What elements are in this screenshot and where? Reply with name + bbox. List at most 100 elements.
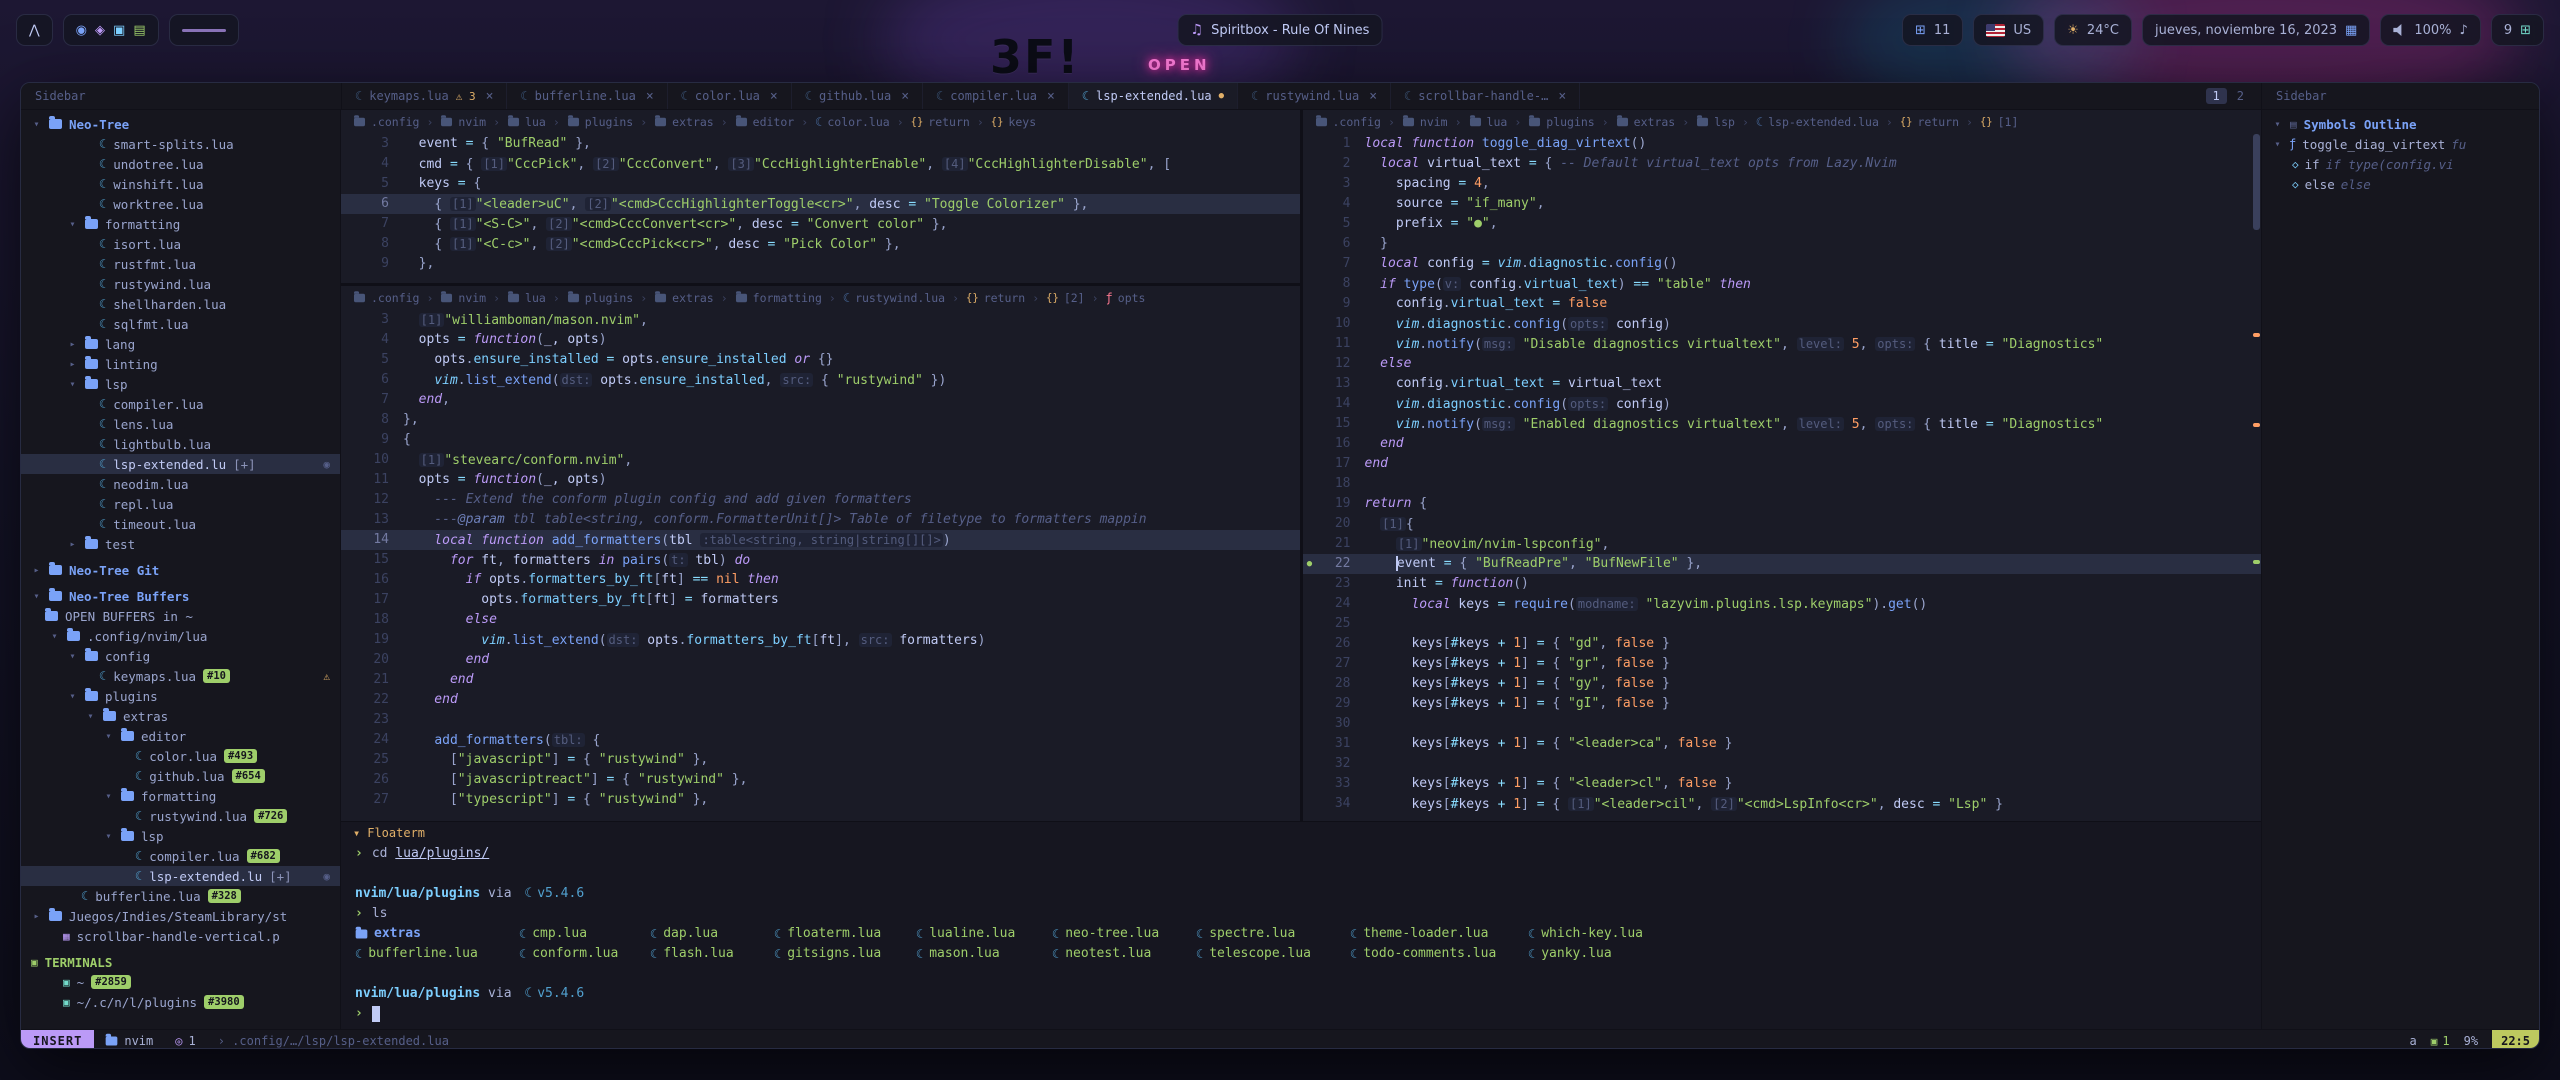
code-line-26[interactable]: 26 ["javascriptreact"] = { "rustywind" }…: [341, 770, 1300, 790]
workspace-icon-3[interactable]: ▣: [113, 23, 125, 38]
code-line-4[interactable]: 4 cmd = { [1]"CccPick", [2]"CccConvert",…: [341, 154, 1300, 174]
code-line-17[interactable]: 17end: [1303, 454, 2262, 474]
tree-item-bufferline.lua[interactable]: ☾bufferline.lua#328: [21, 886, 340, 906]
scrollbar[interactable]: [2253, 134, 2260, 821]
outline-item-toggle_diag_virtext[interactable]: ▾ƒtoggle_diag_virtextfu: [2262, 134, 2539, 154]
tab-keymaps.lua[interactable]: ☾keymaps.lua⚠ 3×: [342, 83, 507, 109]
tree-item-shellharden.lua[interactable]: ☾shellharden.lua: [21, 294, 340, 314]
code-area[interactable]: 3 [1]"williamboman/mason.nvim", 4 opts =…: [341, 310, 1300, 821]
breadcrumb-item[interactable]: {}return: [1900, 115, 1959, 129]
tab-scrollbar-handle-…[interactable]: ☾scrollbar-handle-…×: [1391, 83, 1580, 109]
code-line-1[interactable]: 1local function toggle_diag_virtext(): [1303, 134, 2262, 154]
code-line-12[interactable]: 12 --- Extend the conform plugin config …: [341, 490, 1300, 510]
tree-item-timeout.lua[interactable]: ☾timeout.lua: [21, 514, 340, 534]
close-tab-icon[interactable]: ×: [646, 89, 654, 104]
tab-color.lua[interactable]: ☾color.lua×: [668, 83, 792, 109]
workspace-icon-1[interactable]: ◉: [76, 23, 87, 38]
close-tab-icon[interactable]: ×: [770, 89, 778, 104]
code-line-24[interactable]: 24 add_formatters(tbl: {: [341, 730, 1300, 750]
pill-volume[interactable]: 100%♪: [2380, 14, 2480, 46]
code-line-13[interactable]: 13 ---@param tbl table<string, conform.F…: [341, 510, 1300, 530]
tree-item-lsp-extended.lu[interactable]: ☾lsp-extended.lu[+]◉: [21, 866, 340, 886]
code-line-8[interactable]: 8 if type(v: config.virtual_text) == "ta…: [1303, 274, 2262, 294]
tree-item-undotree.lua[interactable]: ☾undotree.lua: [21, 154, 340, 174]
breadcrumb-item[interactable]: ƒopts: [1106, 291, 1146, 305]
breadcrumb-item[interactable]: nvim: [440, 115, 486, 129]
breadcrumb-item[interactable]: plugins: [1528, 115, 1594, 129]
code-line-5[interactable]: 5 prefix = "●",: [1303, 214, 2262, 234]
tree-item-plugins[interactable]: ▾plugins: [21, 686, 340, 706]
code-line-11[interactable]: 11 vim.notify(msg: "Disable diagnostics …: [1303, 334, 2262, 354]
taskbar-item[interactable]: [169, 14, 239, 46]
code-line-17[interactable]: 17 opts.formatters_by_ft[ft] = formatter…: [341, 590, 1300, 610]
breadcrumb-item[interactable]: lsp: [1696, 115, 1735, 129]
tree-item-github.lua[interactable]: ☾github.lua#654: [21, 766, 340, 786]
breadcrumb-item[interactable]: plugins: [567, 115, 633, 129]
code-line-6[interactable]: 6 vim.list_extend(dst: opts.ensure_insta…: [341, 370, 1300, 390]
tree-item-winshift.lua[interactable]: ☾winshift.lua: [21, 174, 340, 194]
tree-item-scrollbar-handle-vertical.p[interactable]: ▦scrollbar-handle-vertical.p: [21, 926, 340, 946]
tree-item-worktree.lua[interactable]: ☾worktree.lua: [21, 194, 340, 214]
code-line-12[interactable]: 12 else: [1303, 354, 2262, 374]
code-line-22[interactable]: ●22 event = { "BufReadPre", "BufNewFile"…: [1303, 554, 2262, 574]
tree-item-isort.lua[interactable]: ☾isort.lua: [21, 234, 340, 254]
code-line-8[interactable]: 8},: [341, 410, 1300, 430]
workspace-icon-4[interactable]: ▤: [133, 23, 145, 38]
code-line-24[interactable]: 24 local keys = require(modname: "lazyvi…: [1303, 594, 2262, 614]
section-header-Neo-Tree Buffers[interactable]: ▾Neo-Tree Buffers: [21, 586, 340, 606]
launcher-button[interactable]: ⋀: [16, 14, 53, 46]
breadcrumb-item[interactable]: extras: [654, 291, 714, 305]
breadcrumb-item[interactable]: extras: [1616, 115, 1676, 129]
code-line-21[interactable]: 21 [1]"neovim/nvim-lspconfig",: [1303, 534, 2262, 554]
code-line-6[interactable]: 6 }: [1303, 234, 2262, 254]
code-line-11[interactable]: 11 opts = function(_, opts): [341, 470, 1300, 490]
breadcrumb-item[interactable]: editor: [735, 115, 795, 129]
code-line-21[interactable]: 21 end: [341, 670, 1300, 690]
tree-item-neodim.lua[interactable]: ☾neodim.lua: [21, 474, 340, 494]
breadcrumb-item[interactable]: ☾lsp-extended.lua: [1756, 115, 1879, 129]
code-line-19[interactable]: 19 vim.list_extend(dst: opts.formatters_…: [341, 630, 1300, 650]
tab-bufferline.lua[interactable]: ☾bufferline.lua×: [507, 83, 667, 109]
now-playing-widget[interactable]: ♫ Spiritbox - Rule Of Nines: [1178, 14, 1383, 46]
breadcrumb-item[interactable]: {}return: [966, 291, 1025, 305]
breadcrumb-item[interactable]: ☾color.lua: [815, 115, 890, 129]
breadcrumb-item[interactable]: nvim: [440, 291, 486, 305]
breadcrumb-item[interactable]: nvim: [1402, 115, 1448, 129]
breadcrumb-item[interactable]: {}keys: [991, 115, 1036, 129]
tree-item-compiler.lua[interactable]: ☾compiler.lua#682: [21, 846, 340, 866]
tab-compiler.lua[interactable]: ☾compiler.lua×: [923, 83, 1069, 109]
tree-item-smart-splits.lua[interactable]: ☾smart-splits.lua: [21, 134, 340, 154]
code-line-3[interactable]: 3 spacing = 4,: [1303, 174, 2262, 194]
breadcrumb-item[interactable]: .config: [353, 291, 419, 305]
tree-item-extras[interactable]: ▾extras: [21, 706, 340, 726]
tree-item-formatting[interactable]: ▾formatting: [21, 214, 340, 234]
code-line-27[interactable]: 27 keys[#keys + 1] = { "gr", false }: [1303, 654, 2262, 674]
code-line-29[interactable]: 29 keys[#keys + 1] = { "gI", false }: [1303, 694, 2262, 714]
code-line-32[interactable]: 32: [1303, 754, 2262, 774]
tree-item-~/.c/n/l/plugins[interactable]: ▣~/.c/n/l/plugins#3980: [21, 992, 340, 1012]
code-line-7[interactable]: 7 { [1]"<S-C>", [2]"<cmd>CccConvert<cr>"…: [341, 214, 1300, 234]
code-line-6[interactable]: 6 { [1]"<leader>uC", [2]"<cmd>CccHighlig…: [341, 194, 1300, 214]
code-line-14[interactable]: 14 local function add_formatters(tbl :ta…: [341, 530, 1300, 550]
close-tab-icon[interactable]: ×: [1558, 89, 1566, 104]
close-tab-icon[interactable]: ×: [901, 89, 909, 104]
code-line-9[interactable]: 9 config.virtual_text = false: [1303, 294, 2262, 314]
tree-item-rustywind.lua[interactable]: ☾rustywind.lua: [21, 274, 340, 294]
tree-item-formatting[interactable]: ▾formatting: [21, 786, 340, 806]
breadcrumb-item[interactable]: lua: [1469, 115, 1508, 129]
code-line-18[interactable]: 18 else: [341, 610, 1300, 630]
code-line-33[interactable]: 33 keys[#keys + 1] = { "<leader>cl", fal…: [1303, 774, 2262, 794]
tree-item-keymaps.lua[interactable]: ☾keymaps.lua#10⚠: [21, 666, 340, 686]
code-line-20[interactable]: 20 end: [341, 650, 1300, 670]
code-line-23[interactable]: 23 init = function(): [1303, 574, 2262, 594]
tree-item-lsp-extended.lu[interactable]: ☾lsp-extended.lu[+]◉: [21, 454, 340, 474]
code-line-13[interactable]: 13 config.virtual_text = virtual_text: [1303, 374, 2262, 394]
close-tab-icon[interactable]: ×: [1369, 89, 1377, 104]
code-line-8[interactable]: 8 { [1]"<C-c>", [2]"<cmd>CccPick<cr>", d…: [341, 234, 1300, 254]
tree-item-lens.lua[interactable]: ☾lens.lua: [21, 414, 340, 434]
tabpage-2[interactable]: 2: [2230, 88, 2251, 104]
code-line-31[interactable]: 31 keys[#keys + 1] = { "<leader>ca", fal…: [1303, 734, 2262, 754]
code-line-22[interactable]: 22 end: [341, 690, 1300, 710]
code-line-5[interactable]: 5 opts.ensure_installed = opts.ensure_in…: [341, 350, 1300, 370]
code-line-23[interactable]: 23: [341, 710, 1300, 730]
